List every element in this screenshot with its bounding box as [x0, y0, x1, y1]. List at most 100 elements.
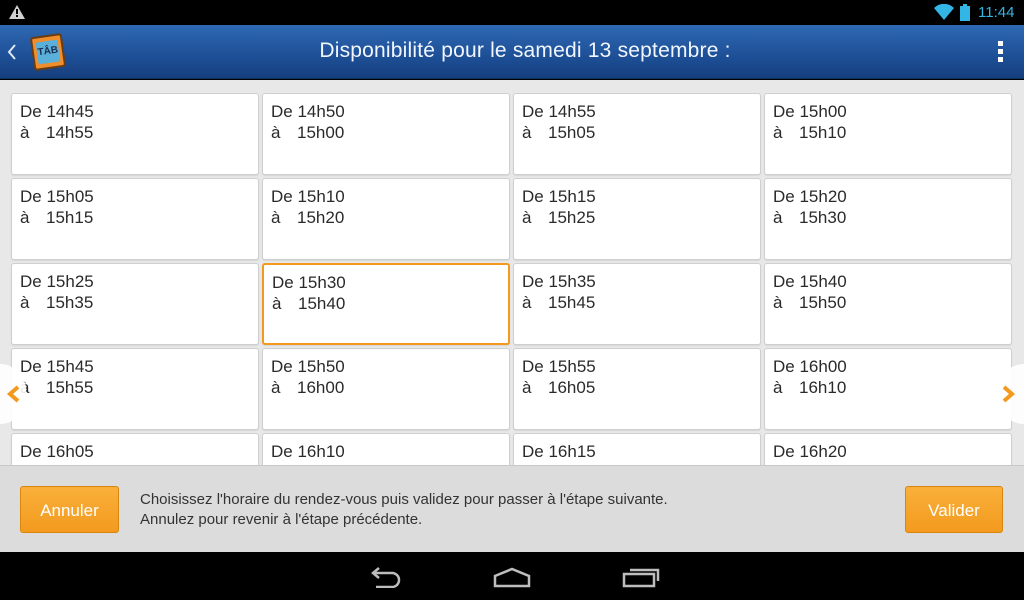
slot-end-prefix: à: [522, 208, 532, 227]
slot-end: à 15h40: [272, 294, 345, 314]
slot-end-prefix: à: [522, 293, 532, 312]
time-slot[interactable]: De 15h45 à15h55: [11, 348, 259, 430]
footer: Annuler Choisissez l'horaire du rendez-v…: [0, 465, 1024, 552]
validate-button[interactable]: Valider: [905, 486, 1003, 533]
time-slot[interactable]: De 14h45 à 14h55: [11, 93, 259, 175]
time-slot[interactable]: De 16h20: [764, 433, 1012, 465]
slot-end: à 14h55: [20, 123, 93, 143]
slot-start: De 15h05: [20, 187, 94, 206]
slot-start: De 15h00: [773, 102, 847, 121]
time-slot[interactable]: De 14h50 à 15h00: [262, 93, 510, 175]
clock: 11:44: [978, 4, 1015, 21]
page-title: Disponibilité pour le samedi 13 septembr…: [319, 39, 731, 62]
slot-end: à 16h10: [773, 378, 846, 398]
slot-end: à 15h05: [522, 123, 595, 143]
slot-end-prefix: à: [20, 293, 30, 312]
slot-end-prefix: à: [773, 208, 783, 227]
slot-start: De 16h00: [773, 357, 847, 376]
time-slot[interactable]: De 15h00 à 15h10: [764, 93, 1012, 175]
time-slot[interactable]: De 15h15 à 15h25: [513, 178, 761, 260]
instruction-line-2: Annulez pour revenir à l'étape précédent…: [140, 511, 423, 528]
slot-end-time: 15h50: [799, 293, 847, 312]
slot-end: à 15h15: [20, 208, 93, 228]
time-slot[interactable]: De 15h55 à 16h05: [513, 348, 761, 430]
slot-end: à 15h20: [271, 208, 344, 228]
instructions: Choisissez l'horaire du rendez-vous puis…: [140, 490, 668, 530]
time-slot[interactable]: De 16h00 à 16h10: [764, 348, 1012, 430]
wifi-icon: [934, 4, 954, 20]
time-slot[interactable]: De 16h05: [11, 433, 259, 465]
slot-end-time: 14h55: [46, 123, 94, 142]
slot-end-prefix: à: [773, 378, 783, 397]
slot-start: De 16h15: [522, 442, 596, 461]
slot-start: De 15h25: [20, 272, 94, 291]
overflow-menu-icon[interactable]: [998, 41, 1006, 65]
slot-start: De 14h45: [20, 102, 94, 121]
slot-end: à 15h10: [773, 123, 846, 143]
time-slot[interactable]: De 15h05 à 15h15: [11, 178, 259, 260]
system-nav-bar: [0, 552, 1024, 600]
slot-end-time: 15h40: [298, 294, 346, 313]
slot-start: De 15h35: [522, 272, 596, 291]
time-slot[interactable]: De 15h25 à 15h35: [11, 263, 259, 345]
slot-end: à 15h30: [773, 208, 846, 228]
slot-end-prefix: à: [522, 123, 532, 142]
slot-list[interactable]: De 14h45 à 14h55 De 14h50 à 15h00 De 14h55 à 15h…: [0, 80, 1024, 465]
slot-end: à 15h00: [271, 123, 344, 143]
slot-start: De 14h50: [271, 102, 345, 121]
next-day-button[interactable]: [998, 364, 1024, 424]
slot-start: De 14h55: [522, 102, 596, 121]
home-icon[interactable]: [493, 566, 531, 588]
previous-day-button[interactable]: [0, 364, 26, 424]
slot-start: De 15h10: [271, 187, 345, 206]
instruction-line-1: Choisissez l'horaire du rendez-vous puis…: [140, 491, 668, 508]
slot-end-time: 16h00: [297, 378, 345, 397]
slot-start: De 16h10: [271, 442, 345, 461]
time-slot[interactable]: De 15h35 à 15h45: [513, 263, 761, 345]
time-slot[interactable]: De 15h10 à 15h20: [262, 178, 510, 260]
slot-start: De 15h55: [522, 357, 596, 376]
slot-start: De 16h05: [20, 442, 94, 461]
slot-end-time: 15h30: [799, 208, 847, 227]
slot-end-time: 15h00: [297, 123, 345, 142]
slot-end-prefix: à: [271, 208, 281, 227]
slot-end-prefix: à: [272, 294, 282, 313]
slot-end: à 15h35: [20, 293, 93, 313]
slot-end-prefix: à: [522, 378, 532, 397]
cancel-button[interactable]: Annuler: [20, 486, 119, 533]
slot-start: De 15h45: [20, 357, 94, 376]
slot-start: De 15h20: [773, 187, 847, 206]
slot-end-time: 15h35: [46, 293, 94, 312]
slot-end-time: 15h20: [297, 208, 345, 227]
battery-icon: [960, 4, 970, 21]
slot-end-prefix: à: [773, 123, 783, 142]
slot-start: De 15h15: [522, 187, 596, 206]
slot-end-time: 15h25: [548, 208, 596, 227]
slot-end: à 15h25: [522, 208, 595, 228]
slot-end-prefix: à: [773, 293, 783, 312]
status-bar: 11:44: [0, 0, 1024, 25]
time-slot[interactable]: De 15h30 à 15h40: [262, 263, 510, 345]
slot-end-time: 15h05: [548, 123, 596, 142]
slot-end-prefix: à: [271, 378, 281, 397]
chevron-right-icon: [1002, 385, 1016, 403]
action-bar: TÂB Disponibilité pour le samedi 13 sept…: [0, 25, 1024, 79]
slot-end: à 16h05: [522, 378, 595, 398]
time-slot[interactable]: De 15h20 à 15h30: [764, 178, 1012, 260]
time-slot[interactable]: De 15h50 à 16h00: [262, 348, 510, 430]
slot-start: De 16h20: [773, 442, 847, 461]
slot-start: De 15h40: [773, 272, 847, 291]
time-slot[interactable]: De 16h10: [262, 433, 510, 465]
slot-start: De 15h50: [271, 357, 345, 376]
slot-end-prefix: à: [20, 208, 30, 227]
slot-end-time: 16h10: [799, 378, 847, 397]
slot-end: à15h55: [20, 378, 93, 398]
slot-end-time: 15h55: [46, 378, 94, 397]
slot-end: à 15h45: [522, 293, 595, 313]
recents-icon[interactable]: [622, 566, 660, 588]
time-slot[interactable]: De 16h15: [513, 433, 761, 465]
time-slot[interactable]: De 14h55 à 15h05: [513, 93, 761, 175]
time-slot[interactable]: De 15h40 à 15h50: [764, 263, 1012, 345]
back-icon[interactable]: [366, 566, 402, 588]
slot-end-time: 15h10: [799, 123, 847, 142]
